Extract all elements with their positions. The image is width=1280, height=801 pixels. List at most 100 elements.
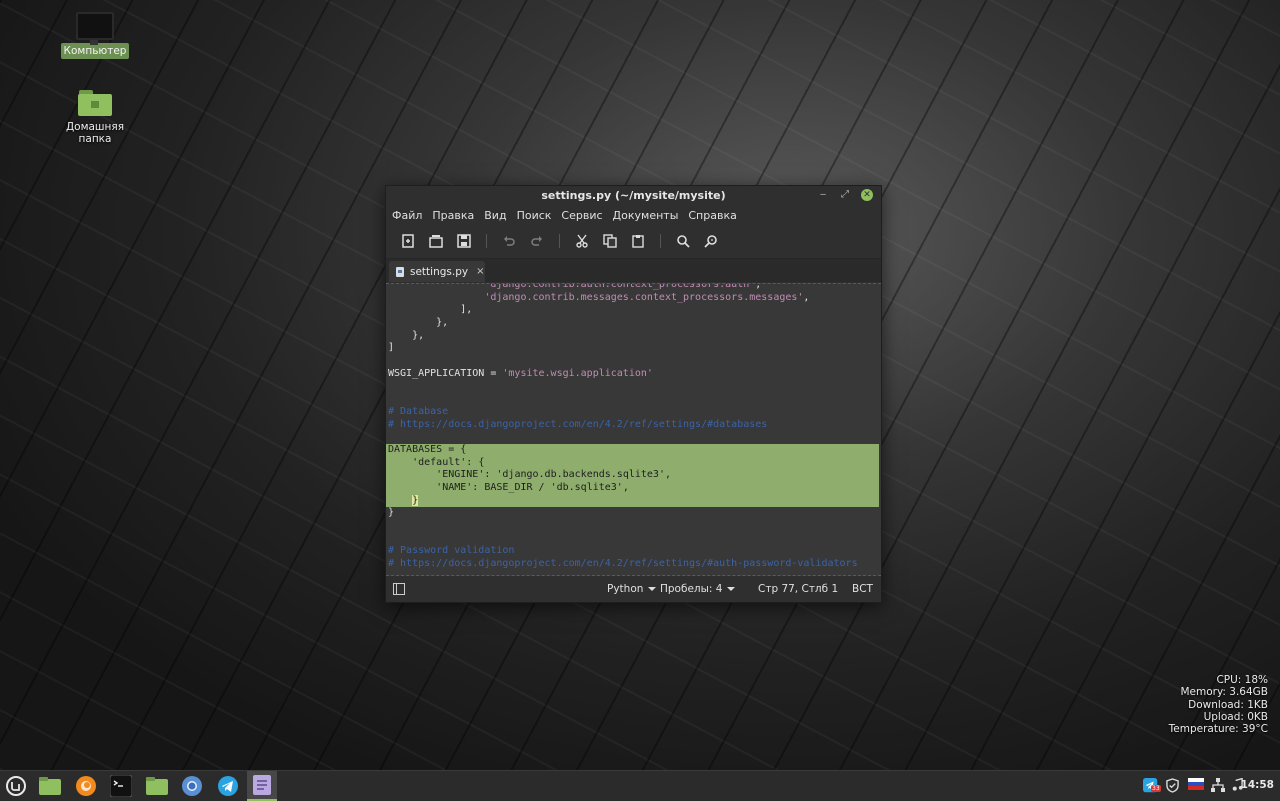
language-label: Python [607,583,644,595]
temperature: Temperature: 39°C [1168,723,1268,736]
menu-view[interactable]: Вид [480,209,512,222]
status-bar: Python Пробелы: 4 Стр 77, Стлб 1 ВСТ [386,576,881,602]
files-launcher[interactable] [38,774,62,798]
terminal-icon [110,775,132,797]
toolbar-separator [486,234,487,248]
maximize-button[interactable]: ⤢ [839,189,851,201]
code-line[interactable]: 'NAME': BASE_DIR / 'db.sqlite3', [386,482,879,495]
code-line[interactable]: # https://docs.djangoproject.com/en/4.2/… [386,558,881,571]
search-replace-button[interactable] [697,227,725,255]
new-document-button[interactable] [394,227,422,255]
save-button[interactable] [450,227,478,255]
code-line[interactable] [386,520,881,533]
terminal-launcher[interactable] [109,774,133,798]
search-button[interactable] [669,227,697,255]
code-line[interactable]: 'django.contrib.messages.context_process… [386,292,881,305]
code-line[interactable]: # Password validation [386,545,881,558]
code-line[interactable]: }, [386,317,881,330]
network-tray[interactable] [1211,778,1225,795]
tab-close-button[interactable]: × [476,266,484,277]
window-title: settings.py (~/mysite/mysite) [541,189,726,202]
download-rate: Download: 1KB [1188,698,1268,711]
folder-launcher[interactable] [145,774,169,798]
keyboard-layout-tray[interactable] [1188,778,1204,793]
shield-icon [1166,778,1179,793]
undo-button[interactable] [495,227,523,255]
code-line[interactable]: # https://docs.djangoproject.com/en/4.2/… [386,419,881,432]
menu-documents[interactable]: Документы [609,209,685,222]
menubar: Файл Правка Вид Поиск Сервис Документы С… [386,206,881,224]
code-line[interactable]: 'ENGINE': 'django.db.backends.sqlite3', [386,469,879,482]
code-line[interactable]: ] [386,342,881,355]
tab-bar: settings.py × [386,258,881,282]
text-editor-task[interactable] [247,771,277,801]
redo-button[interactable] [523,227,551,255]
code-line[interactable] [386,381,881,394]
code-line[interactable]: 'django.contrib.auth.context_processors.… [386,284,881,292]
code-area[interactable]: 'django.contrib.auth.context_processors.… [386,284,881,571]
indent-selector[interactable]: Пробелы: 4 [660,583,736,595]
code-line[interactable]: } [386,494,879,508]
firefox-icon [76,776,96,796]
copy-icon [603,234,617,248]
tab-settings-py[interactable]: settings.py × [389,261,485,282]
chromium-launcher[interactable] [180,774,204,798]
cut-button[interactable] [568,227,596,255]
code-line[interactable]: WSGI_APPLICATION = 'mysite.wsgi.applicat… [386,368,881,381]
telegram-icon [218,776,238,796]
code-line[interactable]: # Database [386,406,881,419]
code-line[interactable]: ], [386,304,881,317]
telegram-tray[interactable]: 33 [1143,778,1161,797]
files-icon [39,777,61,795]
search-replace-icon [704,235,717,248]
insert-mode: ВСТ [852,583,873,595]
close-button[interactable]: ✕ [861,189,873,201]
code-line[interactable]: } [386,507,881,520]
python-file-icon [396,266,404,277]
code-line[interactable]: DATABASES = { [386,443,879,457]
desktop-icon-home[interactable]: Домашняя папка [50,90,140,147]
home-folder-icon [78,90,112,116]
cut-icon [576,234,588,248]
window-titlebar[interactable]: settings.py (~/mysite/mysite) ‒ ⤢ ✕ [386,186,881,206]
desktop-icon-computer[interactable]: Компьютер [50,12,140,59]
shield-tray[interactable] [1166,778,1179,796]
menu-search[interactable]: Поиск [513,209,558,222]
minimize-button[interactable]: ‒ [817,189,829,201]
code-line[interactable]: }, [386,330,881,343]
tab-label: settings.py [410,265,469,278]
menu-tools[interactable]: Сервис [557,209,608,222]
language-selector[interactable]: Python [607,583,657,595]
paste-icon [632,235,644,248]
network-icon [1211,778,1225,792]
desktop-icon-label: Компьютер [60,43,130,59]
code-line[interactable] [386,533,881,546]
menu-edit[interactable]: Правка [428,209,480,222]
text-editor-icon [253,775,271,795]
menu-help[interactable]: Справка [684,209,742,222]
code-line[interactable] [386,393,881,406]
indent-label: Пробелы: 4 [660,583,723,595]
code-line[interactable] [386,431,881,444]
firefox-launcher[interactable] [74,774,98,798]
telegram-launcher[interactable] [216,774,240,798]
text-editor-window[interactable]: settings.py (~/mysite/mysite) ‒ ⤢ ✕ Файл… [385,185,882,603]
mint-menu-icon [6,776,26,796]
bracket-match: } [412,494,419,506]
chromium-icon [182,776,202,796]
new-window-button[interactable] [422,227,450,255]
code-editor[interactable]: 'django.contrib.auth.context_processors.… [386,283,881,576]
redo-icon [531,236,542,246]
menu-file[interactable]: Файл [388,209,428,222]
new-document-icon [402,234,414,248]
copy-button[interactable] [596,227,624,255]
code-line[interactable] [386,355,881,368]
cursor-position[interactable]: Стр 77, Стлб 1 [758,583,838,595]
paste-button[interactable] [624,227,652,255]
toolbar-separator [559,234,560,248]
clock[interactable]: 14:58 [1241,779,1274,791]
toolbar-separator [660,234,661,248]
side-panel-toggle-icon[interactable] [393,583,405,595]
mint-menu-button[interactable] [4,774,28,798]
code-line[interactable]: 'default': { [386,456,879,470]
